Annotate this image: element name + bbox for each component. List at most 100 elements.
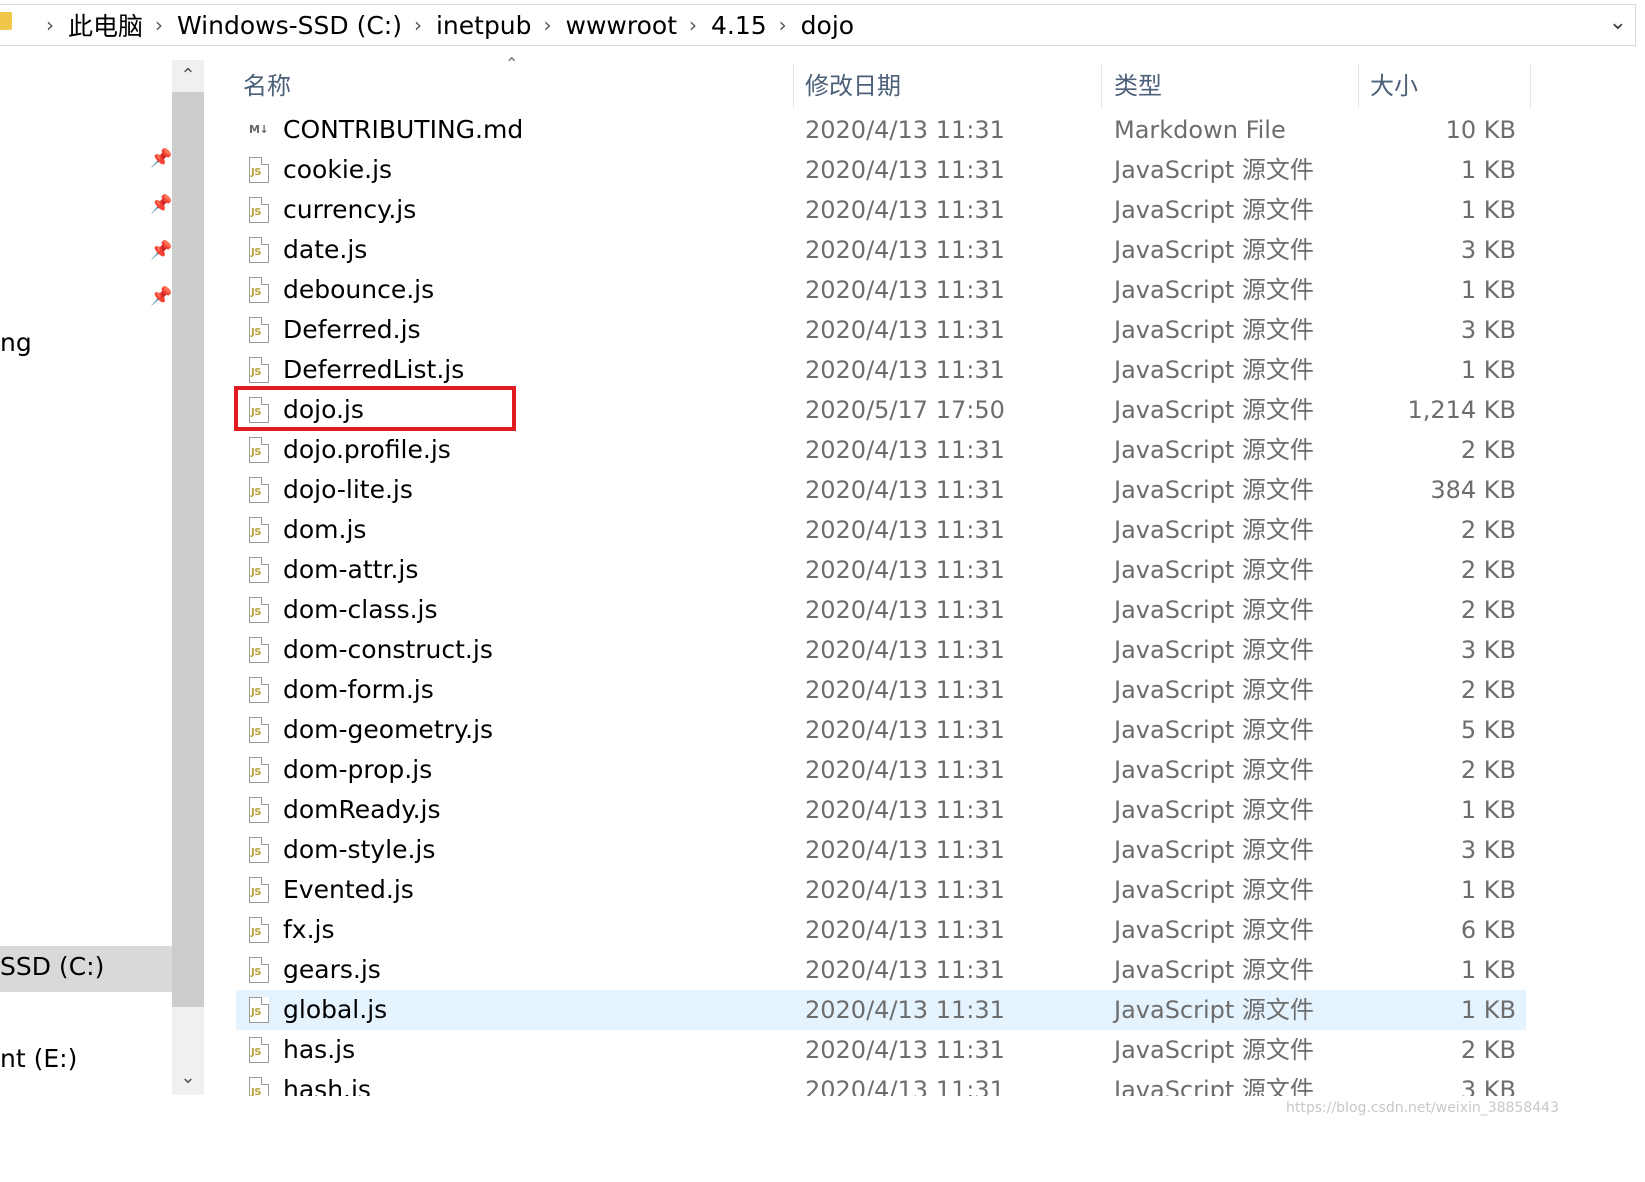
pin-icon[interactable]: 📌 — [150, 286, 172, 308]
chevron-right-icon[interactable]: › — [155, 13, 163, 37]
column-header-size[interactable]: 大小 — [1370, 62, 1418, 110]
file-row[interactable]: JS dom-construct.js 2020/4/13 11:31 JavaScr… — [236, 630, 1526, 670]
file-type: JavaScript 源文件 — [1114, 996, 1314, 1024]
pin-icon[interactable]: 📌 — [150, 148, 172, 170]
js-file-icon: JS — [249, 877, 269, 903]
file-row[interactable]: JS dom-style.js 2020/4/13 11:31 JavaScript … — [236, 830, 1526, 870]
scroll-down-arrow-icon[interactable]: ⌄ — [172, 1062, 204, 1094]
column-divider[interactable] — [1101, 64, 1102, 108]
js-file-icon: JS — [249, 997, 269, 1023]
nav-scrollbar-thumb[interactable] — [172, 92, 204, 1007]
file-icon-glyph: JS — [251, 1007, 261, 1018]
file-row[interactable]: JS fx.js 2020/4/13 11:31 JavaScript 源文件 6 KB — [236, 910, 1526, 950]
column-divider[interactable] — [1530, 64, 1531, 108]
chevron-right-icon[interactable]: › — [414, 13, 422, 37]
breadcrumb-this-pc[interactable]: 此电脑 — [68, 7, 143, 43]
file-row[interactable]: JS dom-prop.js 2020/4/13 11:31 JavaScript 源… — [236, 750, 1526, 790]
file-date: 2020/4/13 11:31 — [805, 596, 1005, 624]
breadcrumb-drive-c[interactable]: Windows-SSD (C:) — [177, 11, 402, 40]
file-row[interactable]: JS dom-geometry.js 2020/4/13 11:31 JavaScri… — [236, 710, 1526, 750]
file-date: 2020/4/13 11:31 — [805, 516, 1005, 544]
file-row[interactable]: JS dom.js 2020/4/13 11:31 JavaScript 源文件 2 K… — [236, 510, 1526, 550]
breadcrumb-inetpub[interactable]: inetpub — [436, 11, 532, 40]
file-icon-glyph: JS — [251, 287, 261, 298]
file-corner — [261, 1077, 269, 1085]
file-size: 2 KB — [1460, 596, 1516, 624]
file-row[interactable]: JS Deferred.js 2020/4/13 11:31 JavaScript 源… — [236, 310, 1526, 350]
file-type: JavaScript 源文件 — [1114, 1036, 1314, 1064]
file-size: 1,214 KB — [1407, 396, 1516, 424]
file-type: JavaScript 源文件 — [1114, 836, 1314, 864]
chevron-right-icon[interactable]: › — [544, 13, 552, 37]
nav-item-drive-e[interactable]: nt (E:) — [0, 1044, 77, 1073]
file-type: JavaScript 源文件 — [1114, 276, 1314, 304]
file-row[interactable]: JS gears.js 2020/4/13 11:31 JavaScript 源文件 1… — [236, 950, 1526, 990]
file-type: Markdown File — [1114, 116, 1286, 144]
file-size: 6 KB — [1460, 916, 1516, 944]
column-divider[interactable] — [793, 64, 794, 108]
file-icon-glyph: JS — [251, 247, 261, 258]
file-date: 2020/4/13 11:31 — [805, 116, 1005, 144]
chevron-right-icon[interactable]: › — [46, 13, 54, 37]
file-corner — [261, 437, 269, 445]
file-icon-glyph: JS — [251, 727, 261, 738]
js-file-icon: JS — [249, 957, 269, 983]
file-row[interactable]: JS dom-attr.js 2020/4/13 11:31 JavaScript 源… — [236, 550, 1526, 590]
file-row[interactable]: JS debounce.js 2020/4/13 11:31 JavaScript 源… — [236, 270, 1526, 310]
file-corner — [261, 597, 269, 605]
breadcrumb-dojo[interactable]: dojo — [801, 11, 854, 40]
file-corner — [261, 957, 269, 965]
address-bar[interactable]: › 此电脑 › Windows-SSD (C:) › inetpub › www… — [0, 0, 1645, 52]
file-row[interactable]: JS date.js 2020/4/13 11:31 JavaScript 源文件 3 … — [236, 230, 1526, 270]
file-name: Deferred.js — [283, 315, 421, 344]
column-divider[interactable] — [1358, 64, 1359, 108]
file-name: CONTRIBUTING.md — [283, 115, 524, 144]
file-row[interactable]: JS DeferredList.js 2020/4/13 11:31 JavaScri… — [236, 350, 1526, 390]
file-date: 2020/4/13 11:31 — [805, 156, 1005, 184]
file-row[interactable]: JS dojo.profile.js 2020/4/13 11:31 JavaScri… — [236, 430, 1526, 470]
file-row[interactable]: JS dom-form.js 2020/4/13 11:31 JavaScript 源… — [236, 670, 1526, 710]
file-corner — [261, 477, 269, 485]
js-file-icon: JS — [249, 277, 269, 303]
file-row[interactable]: JS currency.js 2020/4/13 11:31 JavaScript 源… — [236, 190, 1526, 230]
file-row[interactable]: JS global.js 2020/4/13 11:31 JavaScript 源文件… — [236, 990, 1526, 1030]
file-row[interactable]: JS dojo-lite.js 2020/4/13 11:31 JavaScript … — [236, 470, 1526, 510]
file-row[interactable]: M↓ CONTRIBUTING.md 2020/4/13 11:31 Markdown… — [236, 110, 1526, 150]
file-row[interactable]: JS hash.js 2020/4/13 11:31 JavaScript 源文件 3 … — [236, 1070, 1526, 1096]
scroll-up-arrow-icon[interactable]: ⌃ — [172, 60, 204, 92]
pin-icon[interactable]: 📌 — [150, 240, 172, 262]
file-date: 2020/4/13 11:31 — [805, 716, 1005, 744]
file-row[interactable]: JS domReady.js 2020/4/13 11:31 JavaScript 源… — [236, 790, 1526, 830]
file-row[interactable]: JS Evented.js 2020/4/13 11:31 JavaScript 源文… — [236, 870, 1526, 910]
file-row[interactable]: JS cookie.js 2020/4/13 11:31 JavaScript 源文件… — [236, 150, 1526, 190]
chevron-right-icon[interactable]: › — [689, 13, 697, 37]
nav-item-partial[interactable]: ng — [0, 328, 32, 357]
column-header-name[interactable]: 名称 — [243, 62, 291, 110]
file-row[interactable]: JS dom-class.js 2020/4/13 11:31 JavaScript … — [236, 590, 1526, 630]
file-size: 3 KB — [1460, 236, 1516, 264]
file-name: dom-prop.js — [283, 755, 433, 784]
chevron-right-icon[interactable]: › — [779, 13, 787, 37]
file-size: 2 KB — [1460, 756, 1516, 784]
file-size: 1 KB — [1460, 196, 1516, 224]
breadcrumb-4-15[interactable]: 4.15 — [711, 11, 767, 40]
chevron-down-icon[interactable]: ⌄ — [1609, 10, 1627, 35]
file-date: 2020/4/13 11:31 — [805, 636, 1005, 664]
folder-icon — [0, 12, 12, 30]
nav-item-drive-c[interactable]: SSD (C:) — [0, 946, 172, 992]
pin-icon[interactable]: 📌 — [150, 194, 172, 216]
file-icon-glyph: JS — [251, 927, 261, 938]
file-date: 2020/4/13 11:31 — [805, 956, 1005, 984]
file-name: dojo.profile.js — [283, 435, 451, 464]
file-icon-glyph: JS — [251, 1087, 261, 1096]
column-header-date[interactable]: 修改日期 — [805, 62, 901, 110]
file-icon-glyph: JS — [251, 367, 261, 378]
js-file-icon: JS — [249, 317, 269, 343]
column-header-type[interactable]: 类型 — [1114, 62, 1162, 110]
file-icon-glyph: JS — [251, 767, 261, 778]
file-name: dom-construct.js — [283, 635, 493, 664]
file-row[interactable]: JS has.js 2020/4/13 11:31 JavaScript 源文件 2 K… — [236, 1030, 1526, 1070]
file-corner — [261, 757, 269, 765]
file-icon-glyph: JS — [251, 687, 261, 698]
breadcrumb-wwwroot[interactable]: wwwroot — [566, 11, 677, 40]
